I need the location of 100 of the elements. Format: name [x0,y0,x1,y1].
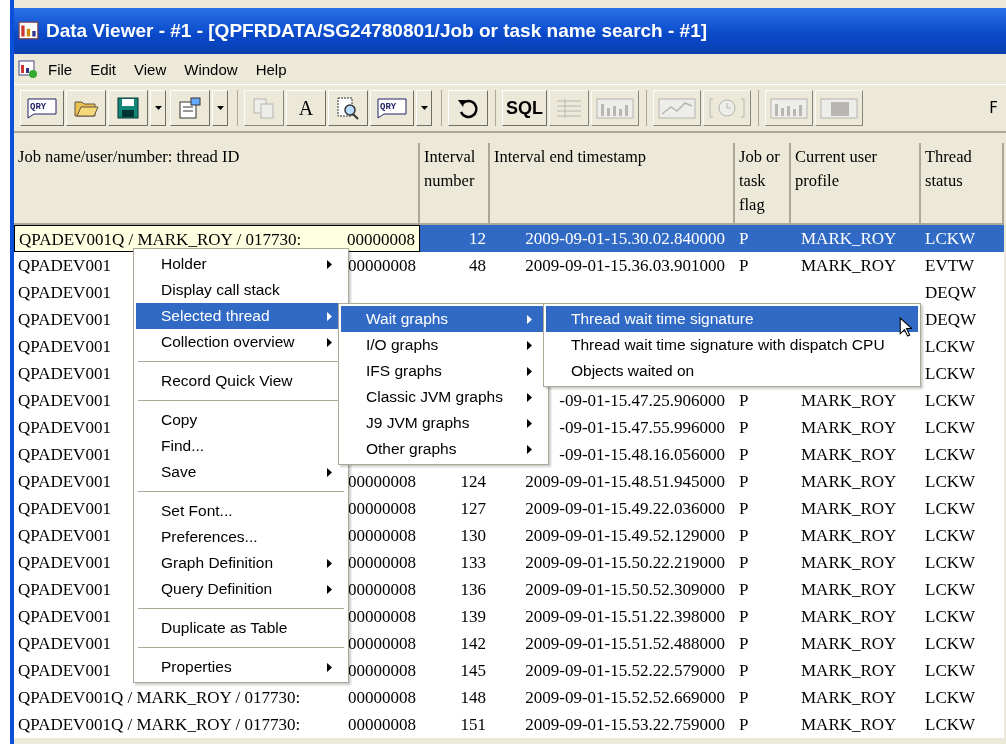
table-cell: MARK_ROY [801,607,897,626]
table-cell: LCKW [925,661,976,680]
table-cell-text: QPADEV001 [18,390,111,412]
table-cell-text: QPADEV001 [18,336,111,358]
table-cell: 2009-09-01-15.52.52.669000 [525,688,725,707]
menu-item[interactable]: I/O graphs [341,332,546,358]
menu-item[interactable]: J9 JVM graphs [341,410,546,436]
table-cell: LCKW [925,445,976,464]
table-cell-text: QPADEV001 [18,498,111,520]
table-cell: LCKW [925,580,976,599]
menu-item[interactable]: Display call stack [136,277,346,303]
mouse-pointer-icon [899,317,912,337]
table-cell: 148 [460,688,486,707]
table-cell: MARK_ROY [801,661,897,680]
column-header[interactable]: Interval end timestamp [490,143,735,225]
bar-chart-icon [769,96,809,120]
column-header[interactable]: Interval number [420,143,490,225]
dropdown-button[interactable] [212,90,228,126]
menu-bar-item[interactable]: Window [176,60,246,78]
table-cell: 2009-09-01-15.49.22.036000 [525,499,725,518]
table-cell-text: QPADEV001 [18,444,111,466]
menu-item[interactable]: Properties [136,654,346,680]
table-cell: 48 [469,256,486,275]
table-cell: P [739,688,749,707]
table-cell: MARK_ROY [801,580,897,599]
column-header[interactable]: Thread status [921,143,1004,225]
menu-bar-item[interactable]: File [40,60,81,78]
table-cell: P [739,580,749,599]
column-header[interactable]: Current user profile [791,143,921,225]
menu-item[interactable]: Wait graphs [341,306,546,332]
menu-item[interactable]: Holder [136,251,346,277]
submenu-arrow-icon [327,337,332,347]
menu-item[interactable]: IFS graphs [341,358,546,384]
clock-icon [707,96,747,120]
table-cell: LCKW [925,472,976,491]
toolbar-button[interactable]: QRY [370,90,414,126]
caret-icon [216,106,224,110]
toolbar-button[interactable] [448,90,488,126]
menu-item[interactable]: Classic JVM graphs [341,384,546,410]
table-cell: P [739,418,749,437]
table-cell: P [739,634,749,653]
toolbar-button[interactable]: QRY [20,90,64,126]
table-cell-text: QPADEV001 [18,309,111,331]
menu-item[interactable]: Thread wait time signature [546,306,918,332]
menu-item[interactable]: Duplicate as Table [136,615,346,641]
submenu-arrow-icon [327,662,332,672]
table-cell: 12 [469,229,486,248]
table-cell: LCKW [925,418,976,437]
menu-item[interactable]: Other graphs [341,436,546,462]
table-cell-text: QPADEV001Q / MARK_ROY / 017730: [18,714,301,736]
table-cell: LCKW [925,715,976,734]
find-icon [335,96,361,120]
toolbar-button[interactable]: A [286,90,326,126]
table-cell-text: QPADEV001 [18,552,111,574]
table-cell: LCKW [925,607,976,626]
dropdown-button[interactable] [416,90,432,126]
menu-bar-item[interactable]: View [126,60,175,78]
table-cell-text: QPADEV001 [18,255,111,277]
table-cell: 2009-09-01-15.53.22.759000 [525,715,725,734]
table-cell: 2009-09-01-15.52.22.579000 [525,661,725,680]
menu-bar-item[interactable]: Edit [82,60,125,78]
table-cell: LCKW [925,337,976,356]
table-cell: DEQW [925,310,976,329]
table-cell: P [739,553,749,572]
table-cell: DEQW [925,283,976,302]
table-cell: P [739,445,749,464]
table-cell: P [739,661,749,680]
table-cell: 130 [460,526,486,545]
table-cell-text: QPADEV001 [18,363,111,385]
submenu-arrow-icon [327,467,332,477]
table-cell: -09-01-15.47.55.996000 [559,418,725,437]
table-cell: 2009-09-01-15.50.22.219000 [525,553,725,572]
submenu-arrow-icon [527,340,532,350]
menu-item[interactable]: Save [136,459,346,485]
toolbar-button[interactable]: SQL [502,90,547,126]
submenu-arrow-icon [527,366,532,376]
table-icon [554,96,584,120]
submenu-arrow-icon [327,259,332,269]
table-cell: LCKW [925,634,976,653]
table-cell: MARK_ROY [801,499,897,518]
table-cell: 124 [460,472,486,491]
dropdown-button[interactable] [150,90,166,126]
table-cell: 2009-09-01-15.30.02.840000 [525,229,725,248]
column-header[interactable]: Job name/user/number: thread ID [14,143,420,225]
column-header[interactable]: Job or task flag [735,143,791,225]
table-cell-text: QPADEV001 [18,660,111,682]
toolbar-button[interactable] [108,90,148,126]
query-icon [24,96,60,120]
table-cell: EVTW [925,256,975,275]
menu-item[interactable]: Objects waited on [546,358,918,384]
menu-item[interactable]: Preferences... [136,524,346,550]
menu-item[interactable]: Thread wait time signature with dispatch CPU [546,332,918,358]
table-cell: P [739,472,749,491]
menu-bar-item[interactable]: Help [247,60,295,78]
table-cell: P [739,499,749,518]
toolbar-button[interactable] [328,90,368,126]
menu-item[interactable]: Graph Definition [136,550,346,576]
table-cell-text: 00000008 [348,714,416,736]
menu-item[interactable]: Query Definition [136,576,346,602]
menu-item[interactable]: Set Font... [136,498,346,524]
